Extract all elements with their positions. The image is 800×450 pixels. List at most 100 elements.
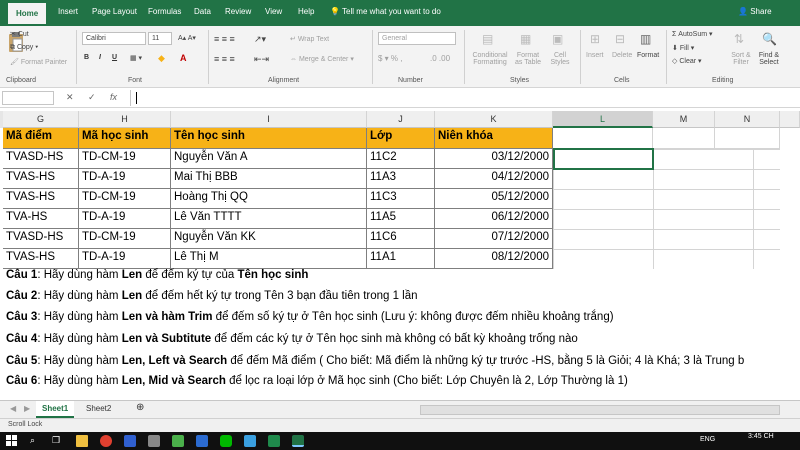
tab-view[interactable]: View — [265, 7, 282, 16]
table-cell[interactable]: 11A3 — [367, 169, 435, 189]
format-as-table-button[interactable]: Format as Table — [513, 52, 543, 66]
sheet-tab-sheet1[interactable]: Sheet1 — [36, 401, 75, 418]
question-line[interactable]: Câu 3: Hãy dùng hàm Len và hàm Trim để đ… — [6, 311, 614, 323]
table-cell[interactable]: TVA-HS — [3, 209, 79, 229]
header-cell-lop[interactable]: Lớp — [367, 128, 435, 149]
align-top-icon[interactable]: ≡ ≡ ≡ — [214, 34, 235, 44]
font-grow-icon[interactable]: A▴ A▾ — [178, 34, 196, 42]
column-header-m[interactable]: M — [653, 111, 715, 128]
cell-styles-button[interactable]: Cell Styles — [547, 52, 573, 66]
app-icon[interactable] — [196, 435, 208, 447]
column-header-n[interactable]: N — [715, 111, 780, 128]
table-cell[interactable]: Lê Văn TTTT — [171, 209, 367, 229]
tab-data[interactable]: Data — [194, 7, 211, 16]
find-select-button[interactable]: Find & Select — [756, 52, 782, 66]
table-cell[interactable]: Lê Thị M — [171, 249, 367, 269]
question-line[interactable]: Câu 6: Hãy dùng hàm Len, Mid và Search đ… — [6, 375, 628, 387]
fill-button[interactable]: ⬇ Fill ▾ — [672, 44, 694, 52]
header-cell-ma-diem[interactable]: Mã điểm — [3, 128, 79, 149]
horizontal-scrollbar[interactable] — [420, 405, 780, 415]
cut-button[interactable]: ✂ Cut — [10, 30, 29, 38]
table-cell[interactable]: 11A1 — [367, 249, 435, 269]
orientation-icon[interactable]: ↗▾ — [254, 34, 266, 45]
question-line[interactable]: Câu 4: Hãy dùng hàm Len và Subtitute để … — [6, 333, 578, 345]
table-cell[interactable]: TD-A-19 — [79, 169, 171, 189]
table-cell[interactable]: TVASD-HS — [3, 149, 79, 169]
column-header-k[interactable]: K — [435, 111, 553, 128]
table-cell[interactable]: 05/12/2000 — [435, 189, 553, 209]
insert-cells-button[interactable]: Insert — [586, 52, 604, 59]
cell-m-header-row[interactable] — [653, 128, 715, 149]
table-cell[interactable]: 04/12/2000 — [435, 169, 553, 189]
selected-cell[interactable] — [553, 148, 654, 170]
borders-icon[interactable]: ▦ ▾ — [130, 54, 142, 62]
table-cell[interactable]: 06/12/2000 — [435, 209, 553, 229]
question-line[interactable]: Câu 1: Hãy dùng hàm Len để đếm ký tự của… — [6, 269, 308, 281]
font-name-select[interactable]: Calibri — [82, 32, 146, 45]
tab-review[interactable]: Review — [225, 7, 251, 16]
table-cell[interactable]: TD-A-19 — [79, 249, 171, 269]
question-line[interactable]: Câu 5: Hãy dùng hàm Len, Left và Search … — [6, 355, 744, 367]
name-box[interactable] — [2, 91, 54, 105]
table-cell[interactable]: TVAS-HS — [3, 249, 79, 269]
tab-home[interactable]: Home — [8, 3, 47, 26]
table-cell[interactable]: TD-CM-19 — [79, 229, 171, 249]
tab-insert[interactable]: Insert — [58, 7, 78, 16]
copy-button[interactable]: ⧉ Copy ▾ — [10, 44, 38, 52]
header-cell-ten-hoc-sinh[interactable]: Tên học sinh — [171, 128, 367, 149]
column-header-i[interactable]: I — [171, 111, 367, 128]
spreadsheet-grid[interactable]: Mã điểm Mã học sinh Tên học sinh Lớp Niê… — [3, 128, 798, 400]
column-header-l[interactable]: L — [553, 111, 653, 128]
decimal-icon[interactable]: .0 .00 — [430, 54, 450, 63]
table-cell[interactable]: TVASD-HS — [3, 229, 79, 249]
format-cells-button[interactable]: Format — [637, 52, 659, 59]
tell-me-box[interactable]: 💡 Tell me what you want to do — [330, 7, 441, 16]
clear-button[interactable]: ◇ Clear ▾ — [672, 57, 702, 65]
column-header-j[interactable]: J — [367, 111, 435, 128]
table-cell[interactable]: TD-CM-19 — [79, 189, 171, 209]
search-taskbar-icon[interactable]: ⌕ — [30, 435, 42, 447]
font-size-select[interactable]: 11 — [148, 32, 172, 45]
wrap-text-button[interactable]: ↵ Wrap Text — [290, 35, 329, 43]
insert-function-button[interactable]: fx — [110, 92, 117, 102]
sort-filter-button[interactable]: Sort & Filter — [728, 52, 754, 66]
table-cell[interactable]: 07/12/2000 — [435, 229, 553, 249]
app-icon[interactable] — [148, 435, 160, 447]
table-cell[interactable]: Nguyễn Văn A — [171, 149, 367, 169]
app-icon[interactable] — [268, 435, 280, 447]
table-cell[interactable]: TD-CM-19 — [79, 149, 171, 169]
currency-icon[interactable]: $ ▾ % , — [378, 54, 402, 63]
table-cell[interactable]: TVAS-HS — [3, 169, 79, 189]
app-icon[interactable] — [172, 435, 184, 447]
table-cell[interactable]: TD-A-19 — [79, 209, 171, 229]
column-header-g[interactable]: G — [3, 111, 79, 128]
font-color-icon[interactable]: A — [180, 53, 187, 63]
number-format-select[interactable]: General — [378, 32, 456, 45]
windows-start-icon[interactable] — [6, 435, 18, 447]
question-line[interactable]: Câu 2: Hãy dùng hàm Len để đếm hết ký tự… — [6, 290, 418, 302]
merge-center-button[interactable]: ⇔ Merge & Center ▾ — [290, 55, 354, 63]
tab-page-layout[interactable]: Page Layout — [92, 7, 137, 16]
table-cell[interactable]: 08/12/2000 — [435, 249, 553, 269]
table-cell[interactable]: 11A5 — [367, 209, 435, 229]
bold-button[interactable]: B — [84, 54, 89, 61]
fill-color-icon[interactable]: ◆ — [158, 53, 165, 64]
tab-help[interactable]: Help — [298, 7, 314, 16]
italic-button[interactable]: I — [99, 54, 101, 61]
align-left-icon[interactable]: ≡ ≡ ≡ — [214, 54, 235, 64]
language-indicator[interactable]: ENG — [700, 436, 715, 443]
tab-formulas[interactable]: Formulas — [148, 7, 181, 16]
share-button[interactable]: 👤 Share — [738, 7, 772, 16]
check-icon[interactable]: ✓ — [88, 92, 96, 103]
table-cell[interactable]: 03/12/2000 — [435, 149, 553, 169]
table-cell[interactable]: 11C6 — [367, 229, 435, 249]
indent-icon[interactable]: ⇤⇥ — [254, 54, 269, 65]
table-cell[interactable]: Hoàng Thị QQ — [171, 189, 367, 209]
add-sheet-icon[interactable]: ⊕ — [130, 401, 150, 418]
cell-l-header-row[interactable] — [553, 128, 653, 149]
header-cell-nien-khoa[interactable]: Niên khóa — [435, 128, 553, 149]
sheet-tab-sheet2[interactable]: Sheet2 — [80, 401, 117, 418]
delete-cells-button[interactable]: Delete — [612, 52, 632, 59]
header-cell-ma-hoc-sinh[interactable]: Mã học sinh — [79, 128, 171, 149]
format-painter-button[interactable]: 🖌 Format Painter — [10, 58, 67, 66]
